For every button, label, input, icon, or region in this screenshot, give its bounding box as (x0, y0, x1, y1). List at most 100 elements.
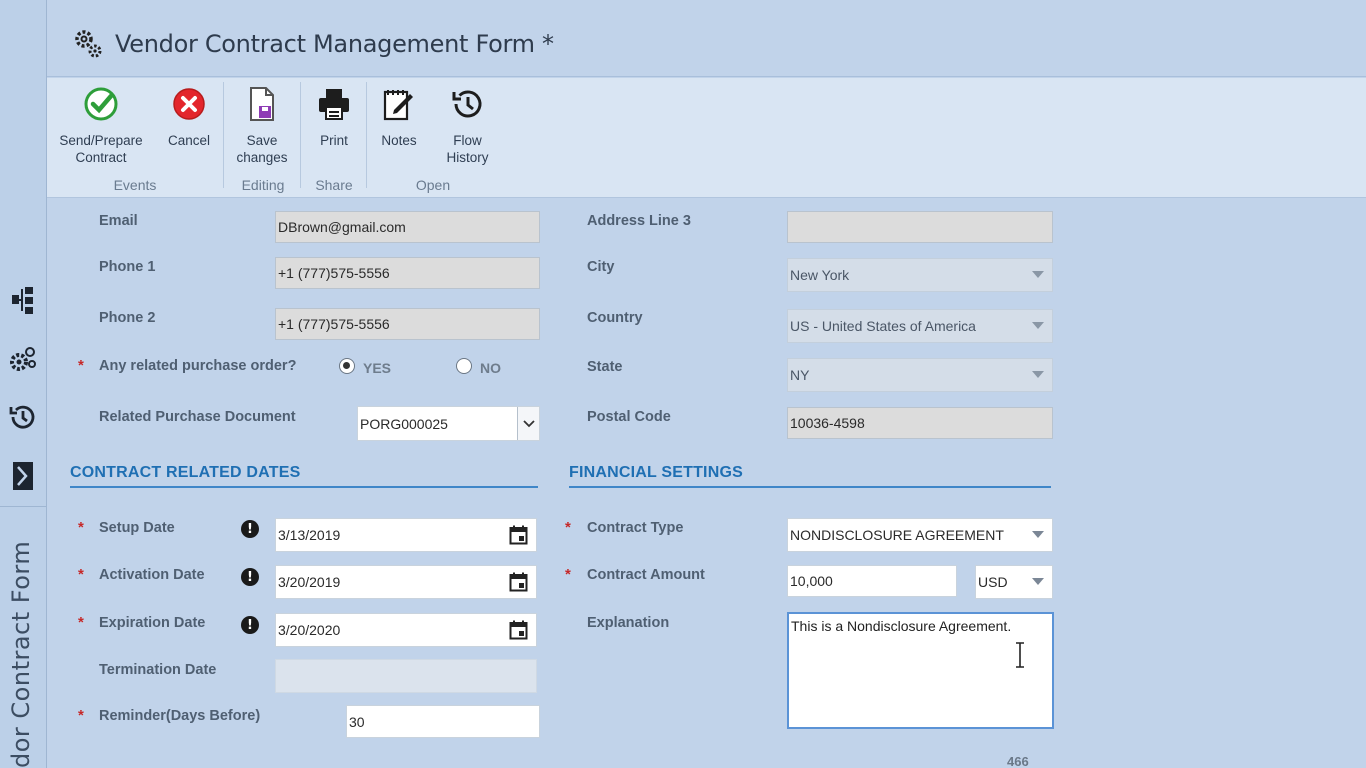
send-prepare-contract-button[interactable]: Send/Prepare Contract (59, 84, 143, 166)
notes-pencil-icon (379, 84, 419, 124)
ribbon-toolbar: Send/Prepare Contract Cancel Save change… (47, 78, 1366, 198)
save-document-icon (242, 84, 282, 124)
ribbon-divider (366, 82, 367, 188)
activation-date-value: 3/20/2019 (278, 574, 341, 590)
contract-amount-label: Contract Amount (587, 567, 705, 583)
required-marker: * (565, 566, 571, 583)
state-value: NY (790, 367, 810, 383)
po-no-radio[interactable] (456, 358, 472, 374)
chevron-down-icon (1032, 531, 1044, 538)
contract-type-select[interactable]: NONDISCLOSURE AGREEMENT (787, 518, 1053, 552)
calendar-icon[interactable] (509, 620, 528, 640)
chevron-down-icon (1032, 371, 1044, 378)
printer-icon (314, 84, 354, 124)
contract-type-label: Contract Type (587, 520, 684, 536)
required-marker: * (78, 519, 84, 536)
ribbon-group-events: Events (113, 177, 157, 193)
required-marker: * (78, 707, 84, 724)
phone2-label: Phone 2 (99, 310, 156, 326)
state-label: State (587, 359, 623, 375)
contract-type-value: NONDISCLOSURE AGREEMENT (790, 527, 1004, 543)
currency-select[interactable]: USD (975, 565, 1053, 599)
expiration-date-label: Expiration Date (99, 615, 206, 631)
city-value: New York (790, 267, 850, 283)
required-marker: * (78, 357, 84, 374)
notes-button[interactable]: Notes (374, 84, 424, 149)
country-value: US - United States of America (790, 318, 976, 334)
required-marker: * (78, 614, 84, 631)
phone2-field[interactable]: +1 (777)575-5556 (275, 308, 540, 340)
related-doc-label: Related Purchase Document (99, 409, 296, 425)
explanation-textarea[interactable]: This is a Nondisclosure Agreement. (787, 612, 1054, 729)
calendar-icon[interactable] (509, 525, 528, 545)
setup-date-label: Setup Date (99, 520, 175, 536)
email-label: Email (99, 213, 138, 229)
po-yes-radio[interactable] (339, 358, 355, 374)
city-label: City (587, 259, 615, 275)
country-select[interactable]: US - United States of America (787, 309, 1053, 343)
text-cursor-icon (1016, 642, 1024, 668)
reminder-field[interactable]: 30 (346, 705, 540, 738)
cancel-label: Cancel (167, 133, 211, 148)
po-yes-label: YES (363, 360, 392, 376)
explanation-label: Explanation (587, 615, 670, 631)
warning-icon: ! (241, 520, 259, 538)
related-doc-select[interactable]: PORG000025 (357, 406, 540, 441)
activation-date-label: Activation Date (99, 567, 205, 583)
explanation-value: This is a Nondisclosure Agreement. (791, 618, 1012, 634)
city-select[interactable]: New York (787, 258, 1053, 292)
currency-value: USD (978, 574, 1008, 590)
setup-date-value: 3/13/2019 (278, 527, 341, 543)
contract-amount-field[interactable]: 10,000 (787, 565, 957, 597)
send-prepare-contract-label: Send/Prepare Contract (59, 133, 143, 165)
reminder-label: Reminder(Days Before) (99, 708, 261, 724)
contract-dates-section-title: CONTRACT RELATED DATES (70, 464, 301, 481)
history-icon[interactable] (8, 402, 38, 432)
settings-gears-icon (73, 27, 103, 59)
ribbon-group-editing: Editing (241, 177, 285, 193)
chevron-down-icon (1032, 578, 1044, 585)
history-clock-icon (448, 84, 488, 124)
warning-icon: ! (241, 616, 259, 634)
ribbon-group-open: Open (415, 177, 451, 193)
termination-date-field[interactable] (275, 659, 537, 693)
cancel-button[interactable]: Cancel (163, 84, 215, 149)
expiration-date-value: 3/20/2020 (278, 622, 341, 638)
character-counter: 466 (1007, 754, 1029, 768)
financial-section-title: FINANCIAL SETTINGS (569, 464, 743, 481)
address-line3-field[interactable] (787, 211, 1053, 243)
warning-icon: ! (241, 568, 259, 586)
flow-history-label: Flow History (446, 133, 489, 165)
cancel-circle-icon (169, 84, 209, 124)
save-changes-button[interactable]: Save changes (231, 84, 293, 166)
postal-code-field[interactable]: 10036-4598 (787, 407, 1053, 439)
termination-date-label: Termination Date (99, 662, 217, 678)
print-button[interactable]: Print (309, 84, 359, 149)
flow-history-button[interactable]: Flow History (440, 84, 495, 166)
expand-panel-icon[interactable] (8, 461, 38, 491)
required-marker: * (565, 519, 571, 536)
expiration-date-field[interactable]: 3/20/2020 (275, 613, 537, 647)
country-label: Country (587, 310, 643, 326)
notes-label: Notes (381, 133, 417, 148)
chevron-down-icon[interactable] (517, 407, 539, 440)
required-marker: * (78, 566, 84, 583)
calendar-icon[interactable] (509, 572, 528, 592)
save-changes-label: Save changes (236, 133, 288, 165)
section-underline (70, 486, 538, 488)
rail-divider (0, 506, 47, 507)
print-label: Print (320, 133, 348, 148)
state-select[interactable]: NY (787, 358, 1053, 392)
chevron-down-icon (1032, 322, 1044, 329)
chevron-down-icon (1032, 271, 1044, 278)
activation-date-field[interactable]: 3/20/2019 (275, 565, 537, 599)
process-gears-icon[interactable] (8, 344, 38, 374)
setup-date-field[interactable]: 3/13/2019 (275, 518, 537, 552)
postal-code-label: Postal Code (587, 409, 671, 425)
org-tree-icon[interactable] (8, 285, 38, 315)
email-field[interactable]: DBrown@gmail.com (275, 211, 540, 243)
po-no-label: NO (480, 360, 501, 376)
phone1-field[interactable]: +1 (777)575-5556 (275, 257, 540, 289)
section-underline (569, 486, 1051, 488)
ribbon-divider (300, 82, 301, 188)
